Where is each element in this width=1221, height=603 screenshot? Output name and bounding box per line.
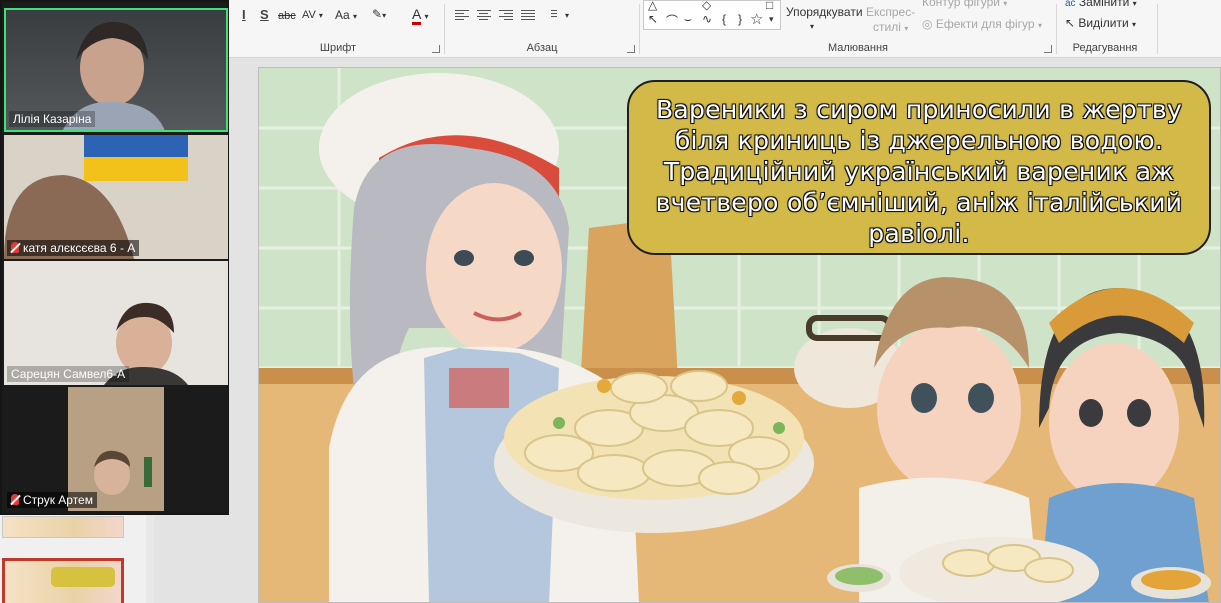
- align-center-icon[interactable]: [477, 10, 491, 21]
- change-case-icon: Aa: [335, 8, 350, 22]
- change-case-button[interactable]: Aa ▾: [335, 8, 357, 24]
- chevron-down-icon: ▾: [382, 11, 387, 20]
- select-button[interactable]: ↖ Виділити ▾: [1065, 16, 1136, 32]
- font-color-icon: A: [412, 6, 421, 25]
- participant-tile[interactable]: Струк Артем: [4, 387, 228, 511]
- chevron-down-icon: ▾: [1003, 0, 1008, 8]
- font-color-button[interactable]: A ▾: [412, 6, 429, 25]
- justify-icon[interactable]: [521, 10, 535, 21]
- participant-name: катя алєксєєва 6 - А: [7, 240, 140, 256]
- paragraph-dialog-launcher-icon[interactable]: [627, 45, 635, 53]
- strikethrough-button[interactable]: abc: [278, 9, 296, 23]
- underline-icon: I: [242, 7, 246, 22]
- underline-button[interactable]: I: [242, 8, 246, 22]
- highlighter-icon: ✎: [372, 7, 383, 21]
- slide-canvas[interactable]: Вареники з сиром приносили в жертву біля…: [258, 67, 1221, 603]
- char-spacing-icon: AV: [302, 9, 316, 21]
- replace-icon: ac: [1065, 0, 1076, 9]
- chevron-down-icon: ▾: [353, 12, 358, 21]
- paragraph-group-label: Абзац: [526, 42, 558, 54]
- chevron-down-icon: ▾: [810, 22, 815, 31]
- video-call-panel: Лілія Казаріна катя алєксєєва 6 - А Саре…: [0, 0, 229, 515]
- chevron-down-icon: ▾: [1037, 21, 1042, 30]
- chevron-down-icon: ▾: [1132, 0, 1137, 8]
- shape-outline-button[interactable]: Контур фігури ▾: [922, 0, 1007, 11]
- chevron-down-icon: ▾: [1132, 20, 1137, 29]
- chevron-down-icon: ▾: [424, 12, 429, 21]
- quick-styles-button[interactable]: Експрес-: [866, 5, 915, 19]
- participant-name: Сарецян Самвел6-А: [7, 366, 130, 382]
- slide-thumbnail-current[interactable]: [2, 558, 124, 603]
- drawing-dialog-launcher-icon[interactable]: [1044, 45, 1052, 53]
- muted-mic-icon: [11, 494, 19, 505]
- columns-icon[interactable]: [551, 10, 565, 21]
- editing-group-label: Редагування: [1072, 42, 1138, 54]
- strikethrough-icon: abc: [278, 10, 296, 22]
- paragraph-group: ▾ Абзац: [445, 0, 639, 58]
- chevron-down-icon: ▾: [318, 11, 323, 20]
- font-dialog-launcher-icon[interactable]: [432, 45, 440, 53]
- chevron-down-icon: ▾: [565, 11, 570, 20]
- replace-button[interactable]: ac Замінити ▾: [1065, 0, 1137, 11]
- columns-dropdown[interactable]: ▾: [565, 9, 569, 23]
- shape-effects-icon: ◎: [922, 17, 933, 31]
- highlight-button[interactable]: ✎▾: [372, 7, 386, 23]
- drawing-group-label: Малювання: [827, 42, 889, 54]
- cursor-icon: ↖: [1065, 16, 1076, 30]
- drawing-group: Упорядкувати ▾ Експрес- стилі ▾ Контур ф…: [640, 0, 1056, 58]
- divider: [1157, 4, 1158, 54]
- participant-name: Лілія Казаріна: [9, 111, 96, 127]
- participant-tile[interactable]: катя алєксєєва 6 - А: [4, 135, 228, 259]
- muted-mic-icon: [11, 242, 19, 253]
- participant-tile[interactable]: Лілія Казаріна: [4, 8, 228, 132]
- quick-styles-label-2: стилі ▾: [873, 20, 909, 34]
- shape-effects-button[interactable]: ◎ Ефекти для фігур ▾: [922, 17, 1042, 33]
- align-right-icon[interactable]: [499, 10, 513, 21]
- char-spacing-button[interactable]: AV ▾: [302, 8, 323, 23]
- participant-name: Струк Артем: [7, 492, 97, 508]
- slide-caption-box[interactable]: Вареники з сиром приносили в жертву біля…: [627, 80, 1211, 255]
- arrange-dropdown[interactable]: ▾: [810, 20, 814, 34]
- font-group: I S abc AV ▾ Aa ▾ ✎▾ A ▾ Шрифт: [232, 0, 444, 58]
- shadow-button[interactable]: S: [260, 8, 269, 22]
- arrange-button[interactable]: Упорядкувати: [786, 5, 863, 19]
- participant-tile[interactable]: Сарецян Самвел6-А: [4, 261, 228, 385]
- slide-thumbnail[interactable]: [2, 516, 124, 538]
- thumbnail-caption-box: [51, 567, 115, 587]
- font-group-label: Шрифт: [319, 42, 357, 54]
- shadow-icon: S: [260, 7, 269, 22]
- chevron-down-icon: ▾: [904, 24, 909, 33]
- editing-group: ac Замінити ▾ ↖ Виділити ▾ Редагування: [1057, 0, 1153, 58]
- align-left-icon[interactable]: [455, 10, 469, 21]
